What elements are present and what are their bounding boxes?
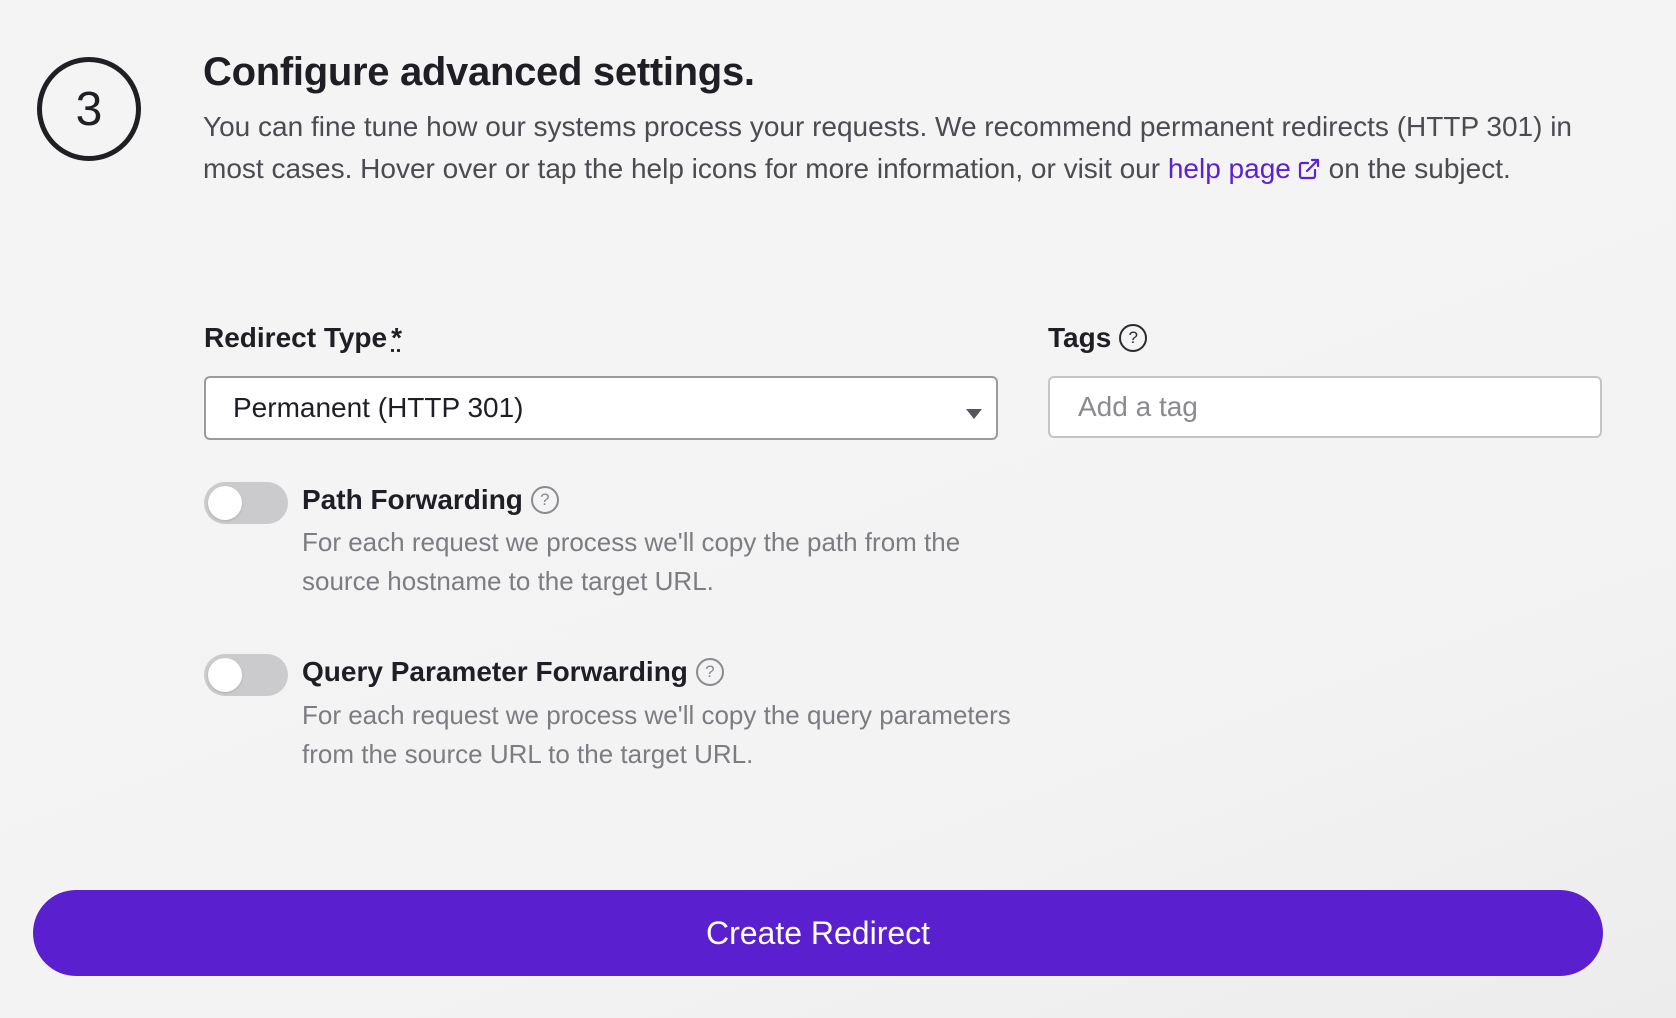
external-link-icon — [1298, 158, 1319, 180]
redirect-type-selected-value: Permanent (HTTP 301) — [233, 392, 524, 423]
tags-help-icon[interactable]: ? — [1119, 324, 1148, 352]
help-page-link[interactable]: help page — [1168, 153, 1321, 184]
path-forwarding-description: For each request we process we'll copy t… — [302, 527, 961, 596]
description-text-after: on the subject. — [1328, 153, 1511, 184]
help-page-link-label: help page — [1167, 153, 1291, 184]
tag-input[interactable] — [1048, 376, 1602, 438]
path-forwarding-title: Path Forwarding ? — [302, 484, 559, 516]
chevron-down-icon — [966, 409, 982, 419]
query-forwarding-title: Query Parameter Forwarding ? — [302, 656, 724, 688]
redirect-type-label-text: Redirect Type — [204, 322, 388, 353]
path-forwarding-help-icon[interactable]: ? — [530, 486, 559, 514]
required-marker: * — [391, 322, 402, 353]
section-description: You can fine tune how our systems proces… — [203, 106, 1623, 190]
query-forwarding-description: For each request we process we'll copy t… — [302, 700, 1011, 769]
tags-label: Tags ? — [1048, 322, 1148, 354]
redirect-type-label: Redirect Type * — [204, 322, 402, 354]
toggle-knob — [208, 486, 242, 520]
section-heading: Configure advanced settings. — [203, 50, 755, 94]
redirect-type-select[interactable]: Permanent (HTTP 301) — [204, 376, 998, 440]
toggle-knob — [208, 658, 242, 692]
tags-label-text: Tags — [1048, 322, 1112, 353]
create-redirect-button[interactable]: Create Redirect — [33, 890, 1603, 976]
step-number-badge: 3 — [37, 57, 141, 161]
step-number: 3 — [75, 82, 103, 136]
query-forwarding-help-icon[interactable]: ? — [695, 658, 724, 686]
query-forwarding-toggle[interactable] — [204, 654, 288, 696]
path-forwarding-label: Path Forwarding — [302, 484, 523, 515]
query-forwarding-label: Query Parameter Forwarding — [302, 656, 688, 687]
path-forwarding-toggle[interactable] — [204, 482, 288, 524]
